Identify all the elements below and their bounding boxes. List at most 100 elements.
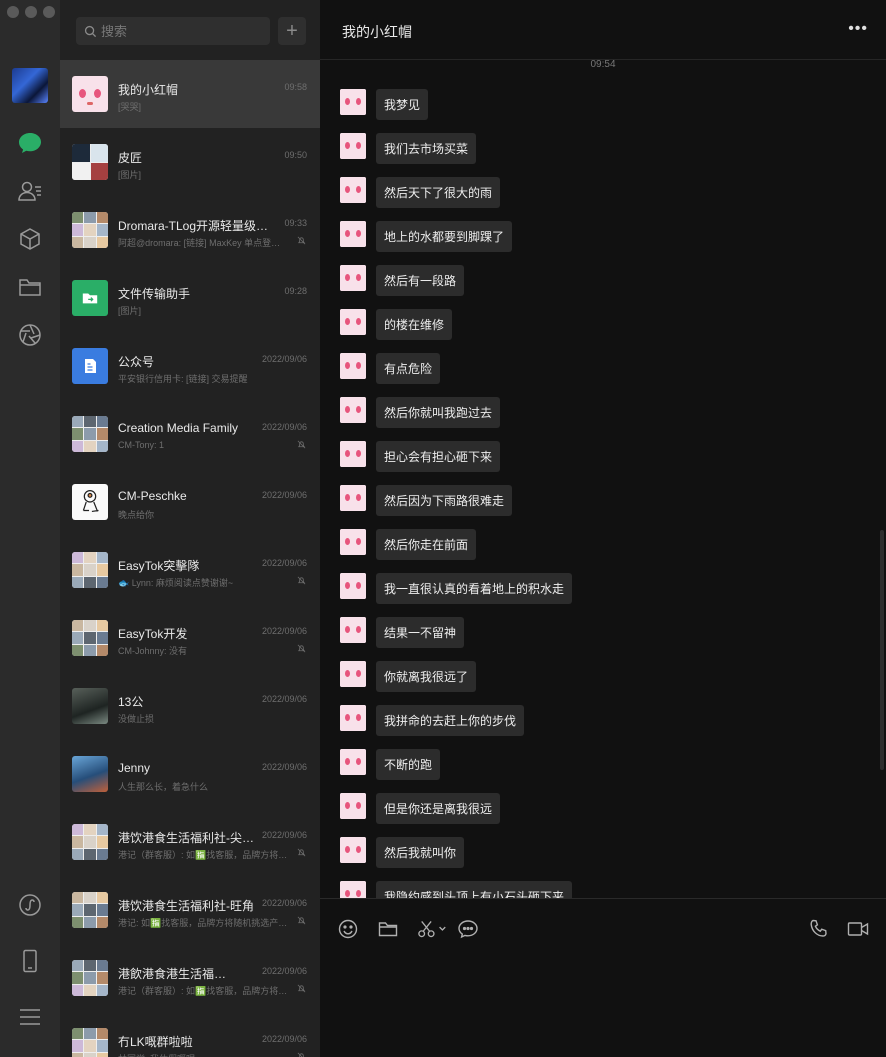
conversation-item[interactable]: 公众号 2022/09/06 平安银行信用卡: [链接] 交易提醒 [60,332,320,400]
sender-avatar[interactable] [340,221,366,247]
conversation-item[interactable]: Jenny 2022/09/06 人生那么长，着急什么 [60,740,320,808]
message-bubble[interactable]: 有点危险 [376,353,441,384]
message-bubble[interactable]: 然后天下了很大的雨 [376,177,501,208]
chat-history-button[interactable] [456,917,480,941]
conversation-list: + 我的小红帽 09:58 [哭哭] 皮匠 09:50 [图片] Dromara-TLog开… [60,0,320,1057]
close-window-button[interactable] [7,6,19,18]
sender-avatar[interactable] [340,485,366,511]
mute-bell-icon [297,916,306,925]
scissors-icon [418,921,446,938]
emoji-icon [338,919,358,939]
message-bubble[interactable]: 担心会有担心砸下来 [376,441,501,472]
conversation-time: 2022/09/06 [261,490,307,500]
conversation-item[interactable]: 皮匠 09:50 [图片] [60,128,320,196]
group-avatar [72,416,108,452]
message-bubble[interactable]: 你就离我很远了 [376,661,477,692]
message-bubble[interactable]: 不断的跑 [376,749,441,780]
conversation-time: 09:58 [284,82,307,92]
conversation-item[interactable]: 港飲港食港生活福… 2022/09/06 港记（群客服）: 如🈯找客服，品牌方将… [60,944,320,1012]
file-button[interactable] [376,917,400,941]
chats-icon[interactable] [15,128,45,158]
message-bubble[interactable]: 但是你还是离我很远 [376,793,501,824]
screenshot-button[interactable] [416,917,450,941]
sender-avatar[interactable] [340,617,366,643]
chat-title: 我的小红帽 [342,24,412,40]
sender-avatar[interactable] [340,89,366,115]
voice-call-button[interactable] [807,917,831,941]
sender-avatar[interactable] [340,441,366,467]
moments-aperture-icon[interactable] [15,320,45,350]
favorites-cube-icon[interactable] [15,224,45,254]
add-chat-button[interactable]: + [278,17,306,45]
conversation-preview: 人生那么长，着急什么 [118,782,209,792]
conversation-item[interactable]: Creation Media Family 2022/09/06 CM-Tony: … [60,400,320,468]
message-bubble[interactable]: 结果一不留神 [376,617,465,648]
sender-avatar[interactable] [340,881,366,898]
message-row: 结果一不留神 [340,617,465,648]
message-row: 不断的跑 [340,749,441,780]
conversation-name: Dromara-TLog开源轻量级日… [118,219,276,233]
mini-programs-icon[interactable] [15,890,45,920]
files-folder-icon[interactable] [15,272,45,302]
message-bubble[interactable]: 然后有一段路 [376,265,465,296]
my-avatar[interactable] [12,68,48,103]
sender-avatar[interactable] [340,177,366,203]
search-box[interactable] [76,17,270,45]
conversation-time: 2022/09/06 [261,830,307,840]
emoji-button[interactable] [336,917,360,941]
message-scrollbar[interactable] [880,530,884,770]
sender-avatar[interactable] [340,837,366,863]
message-bubble[interactable]: 然后因为下雨路很难走 [376,485,513,516]
mute-bell-icon [297,1052,304,1057]
conversation-item[interactable]: EasyTok突擊隊 2022/09/06 🐟 Lynn: 麻烦阅读点赞谢谢~ [60,536,320,604]
message-bubble[interactable]: 地上的水都要到脚踝了 [376,221,513,252]
phone-device-icon[interactable] [15,946,45,976]
message-row: 你就离我很远了 [340,661,477,692]
conversation-item[interactable]: 港饮港食生活福利社-旺角 2022/09/06 港记: 如🈯找客服，品牌方将随机挑选… [60,876,320,944]
sender-avatar[interactable] [340,309,366,335]
message-bubble[interactable]: 我拼命的去赶上你的步伐 [376,705,525,736]
chat-panel: 我的小红帽 ••• 09:54 我梦见 我们去市场买菜 然后天下了很大的雨 地上的水都… [320,0,886,1057]
message-bubble[interactable]: 我隐约感到头顶上有小石头砸下来 [376,881,573,898]
message-row: 然后有一段路 [340,265,465,296]
minimize-window-button[interactable] [25,6,37,18]
conversation-preview: 林同学: 我休假嘅呢 [118,1052,290,1057]
more-options-button[interactable]: ••• [848,20,868,38]
message-bubble[interactable]: 然后我就叫你 [376,837,465,868]
message-bubble[interactable]: 我一直很认真的看着地上的积水走 [376,573,573,604]
sender-avatar[interactable] [340,397,366,423]
conversation-item[interactable]: 冇LK嘅群啦啦 2022/09/06 林同学: 我休假嘅呢 [60,1012,320,1057]
search-input[interactable] [101,23,261,39]
group-avatar [72,824,108,860]
message-bubble[interactable]: 然后你走在前面 [376,529,477,560]
video-call-button[interactable] [846,917,870,941]
sender-avatar[interactable] [340,793,366,819]
sender-avatar[interactable] [340,133,366,159]
sender-avatar[interactable] [340,529,366,555]
message-bubble[interactable]: 我梦见 [376,89,429,120]
sender-avatar[interactable] [340,353,366,379]
sender-avatar[interactable] [340,661,366,687]
conversation-item[interactable]: Dromara-TLog开源轻量级日… 09:33 阿超@dromara: [链接]… [60,196,320,264]
conversation-item[interactable]: 港饮港食生活福利社-尖… 2022/09/06 港记（群客服）: 如🈯找客服，品牌方… [60,808,320,876]
conversation-item[interactable]: 13公 2022/09/06 没做止损 [60,672,320,740]
sender-avatar[interactable] [340,265,366,291]
menu-icon[interactable] [15,1002,45,1032]
message-bubble[interactable]: 我们去市场买菜 [376,133,477,164]
conversation-item[interactable]: CM-Peschke 2022/09/06 晚点给你 [60,468,320,536]
zoom-window-button[interactable] [43,6,55,18]
conversation-time: 09:28 [284,286,307,296]
message-bubble[interactable]: 的楼在维修 [376,309,453,340]
sender-avatar[interactable] [340,573,366,599]
message-row: 有点危险 [340,353,441,384]
conversation-item[interactable]: 我的小红帽 09:58 [哭哭] [60,60,320,128]
contacts-icon[interactable] [15,176,45,206]
sender-avatar[interactable] [340,749,366,775]
conversation-item[interactable]: EasyTok开发 2022/09/06 CM-Johnny: 没有 [60,604,320,672]
group-avatar [72,144,108,180]
conversation-time: 09:50 [284,150,307,160]
conversation-item[interactable]: 文件传输助手 09:28 [图片] [60,264,320,332]
sender-avatar[interactable] [340,705,366,731]
group-avatar [72,620,108,656]
message-bubble[interactable]: 然后你就叫我跑过去 [376,397,501,428]
